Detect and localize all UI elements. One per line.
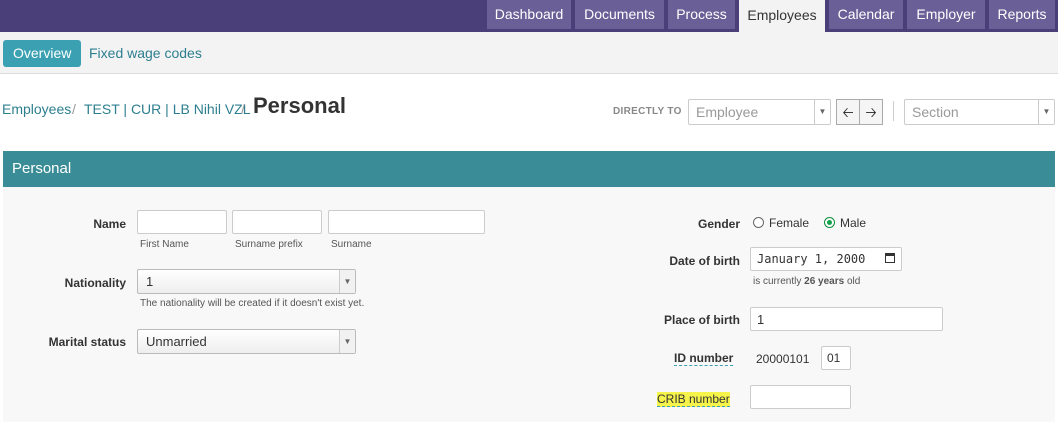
crib-number-label: CRIB number [657,392,730,407]
fixed-wage-codes-link[interactable]: Fixed wage codes [89,40,202,67]
age-help-prefix: is currently [753,276,802,287]
previous-button[interactable]: 🡠 [836,99,860,125]
marital-status-label: Marital status [48,335,126,349]
breadcrumb-separator: / [241,101,245,117]
gender-label: Gender [697,217,740,231]
first-name-hint: First Name [140,239,189,250]
gender-male-label[interactable]: Male [840,216,866,230]
breadcrumb-employees[interactable]: Employees [2,101,71,117]
page-title: Personal [253,93,346,118]
place-of-birth-label: Place of birth [663,313,740,327]
date-of-birth-value: January 1, 2000 [757,252,866,266]
next-button[interactable]: 🡢 [859,99,883,125]
age-help-suffix: old [846,276,861,287]
tab-employees[interactable]: Employees [739,0,825,32]
chevron-down-icon: ▼ [339,330,355,353]
calendar-icon[interactable] [885,253,895,263]
age-value: 26 years [804,276,845,287]
age-help: is currently 26 years old [753,276,860,287]
first-name-input[interactable] [137,210,227,234]
section-select[interactable]: Section ▼ [904,99,1055,125]
crib-number-input[interactable] [750,385,851,409]
marital-status-select[interactable]: Unmarried ▼ [137,329,356,354]
id-number-prefix: 20000101 [756,352,810,366]
tab-reports[interactable]: Reports [989,0,1055,29]
gender-female-label[interactable]: Female [769,216,809,230]
tab-dashboard[interactable]: Dashboard [487,0,571,29]
surname-prefix-input[interactable] [232,210,322,234]
id-number-label: ID number [674,351,734,366]
place-of-birth-input[interactable] [750,307,943,331]
panel-header: Personal [3,151,1055,187]
divider [893,101,894,121]
date-of-birth-input[interactable]: January 1, 2000 [750,247,902,271]
overview-button[interactable]: Overview [3,40,82,67]
breadcrumb-separator: / [72,101,76,117]
id-number-suffix-input[interactable] [821,346,851,370]
tab-process[interactable]: Process [668,0,735,29]
sub-navigation: Overview Fixed wage codes [0,32,1058,74]
panel-title: Personal [12,160,72,177]
breadcrumb-employee[interactable]: TEST | CUR | LB Nihil VZL [84,101,251,117]
nationality-value: 1 [146,274,154,289]
date-of-birth-label: Date of birth [669,254,740,268]
nationality-select[interactable]: 1 ▼ [137,269,356,294]
employee-select[interactable]: Employee ▼ [688,99,831,125]
surname-input[interactable] [328,210,485,234]
surname-hint: Surname [331,239,372,250]
gender-male-radio[interactable] [824,217,835,228]
tab-calendar[interactable]: Calendar [829,0,903,29]
directly-to-label: DIRECTLY TO [613,106,682,117]
surname-prefix-hint: Surname prefix [235,239,303,250]
section-select-placeholder: Section [912,104,959,120]
marital-status-value: Unmarried [146,334,207,349]
chevron-down-icon: ▼ [339,270,355,293]
arrow-left-icon: 🡠 [842,104,854,120]
tab-employer[interactable]: Employer [907,0,985,29]
gender-female-radio[interactable] [753,217,764,228]
name-label: Name [93,217,126,231]
nationality-help: The nationality will be created if it do… [140,298,365,309]
nationality-label: Nationality [64,276,126,290]
chevron-down-icon: ▼ [814,100,830,124]
tab-documents[interactable]: Documents [575,0,664,29]
top-navigation-bar: Dashboard Documents Process Employees Ca… [0,0,1058,32]
employee-select-placeholder: Employee [696,104,759,120]
chevron-down-icon: ▼ [1038,100,1054,124]
arrow-right-icon: 🡢 [865,104,877,120]
